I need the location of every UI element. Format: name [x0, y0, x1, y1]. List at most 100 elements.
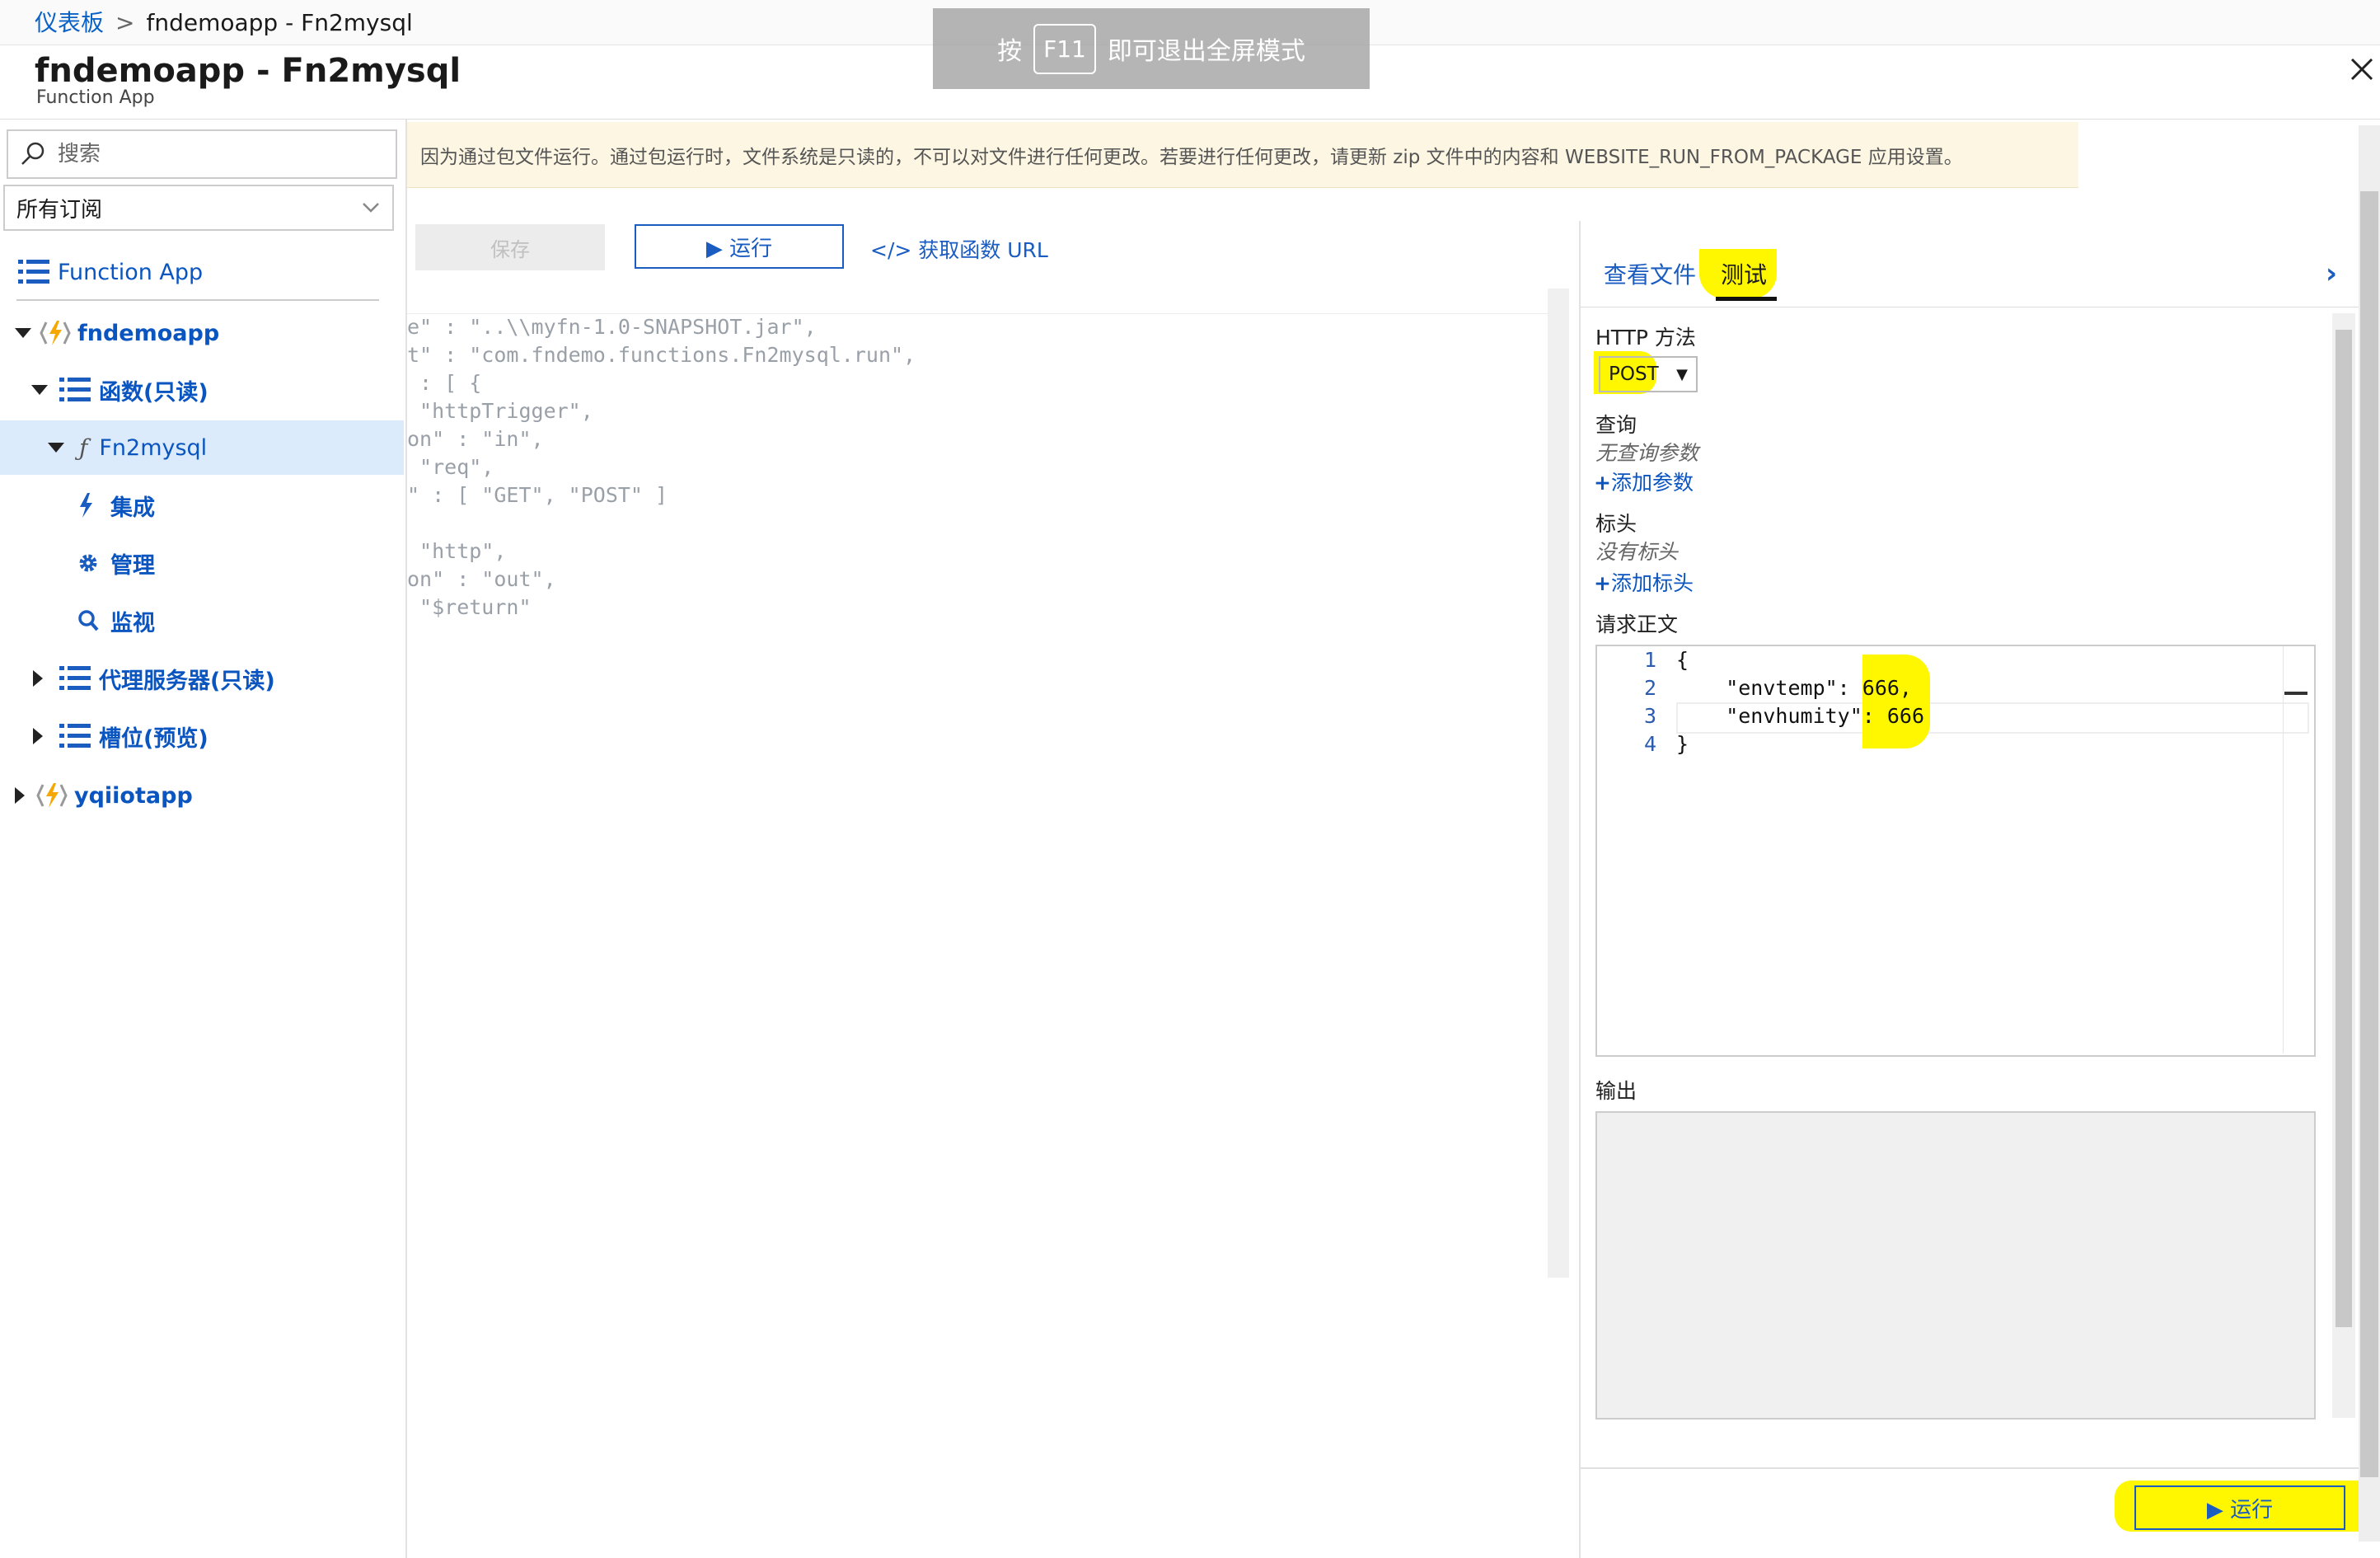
http-method-select[interactable]: POST ▼ — [1599, 356, 1698, 392]
page-title: fndemoapp - Fn2mysql — [35, 52, 461, 90]
code-line: t" : "com.fndemo.functions.Fn2mysql.run"… — [407, 343, 916, 367]
body-line: "envhumity": 666 — [1676, 704, 1925, 728]
search-icon — [21, 142, 45, 165]
plus-icon: + — [1594, 571, 1611, 595]
lightning-icon — [80, 493, 92, 518]
list-icon — [59, 378, 91, 401]
add-header-label: 添加标头 — [1610, 571, 1694, 595]
subscription-select[interactable]: 所有订阅 — [3, 185, 394, 231]
run-button[interactable]: ▶ 运行 — [635, 224, 844, 269]
readonly-warning-banner: 因为通过包文件运行。通过包运行时，文件系统是只读的，不可以对文件进行任何更改。若… — [407, 122, 2078, 188]
line-number: 2 — [1643, 676, 1656, 700]
sidebar-item-label: Fn2mysql — [99, 434, 208, 461]
run-test-button[interactable]: ▶ 运行 — [2134, 1485, 2345, 1530]
function-app-icon — [36, 783, 68, 808]
save-button[interactable]: 保存 — [415, 224, 605, 270]
search-icon — [78, 610, 99, 631]
add-param-link[interactable]: +添加参数 — [1594, 467, 1694, 496]
search-box[interactable] — [7, 129, 397, 179]
http-method-label: HTTP 方法 — [1595, 326, 1696, 350]
function-app-icon — [40, 321, 71, 345]
expand-arrow-icon[interactable] — [15, 787, 25, 804]
active-tab-underline — [1716, 297, 1777, 301]
expand-arrow-icon[interactable] — [31, 385, 48, 395]
list-icon — [18, 260, 49, 284]
breadcrumb-dashboard-link[interactable]: 仪表板 — [35, 9, 104, 36]
plus-icon: + — [1594, 471, 1611, 495]
code-line: on" : "out", — [407, 567, 556, 591]
collapse-panel-chevron-icon[interactable]: › — [2326, 257, 2337, 290]
query-label: 查询 — [1595, 413, 1637, 437]
sidebar-item-label: 管理 — [110, 552, 155, 579]
f11-key: F11 — [1033, 23, 1096, 74]
sidebar-item-label: fndemoapp — [77, 320, 220, 346]
tab-view-files[interactable]: 查看文件 — [1604, 257, 1696, 290]
sidebar-item-label: 集成 — [110, 495, 155, 521]
body-line: "envtemp": 666, — [1676, 676, 1912, 700]
close-icon[interactable] — [2345, 53, 2378, 86]
body-line: { — [1676, 648, 1689, 672]
output-label: 输出 — [1595, 1079, 1637, 1103]
editor-scrollbar[interactable] — [1548, 289, 1569, 1278]
breadcrumb-separator: > — [115, 9, 135, 36]
code-editor[interactable] — [407, 289, 1569, 1278]
fullscreen-exit-hint: 按 F11 即可退出全屏模式 — [933, 8, 1370, 89]
sidebar-item-fndemoapp[interactable]: fndemoapp — [15, 308, 219, 358]
add-param-label: 添加参数 — [1610, 471, 1694, 495]
scroll-marker — [2284, 692, 2307, 695]
line-number: 3 — [1643, 704, 1656, 728]
sidebar-item-label: 代理服务器(只读) — [99, 668, 275, 694]
hint-suffix: 即可退出全屏模式 — [1107, 37, 1305, 66]
code-line: : [ { — [407, 371, 482, 395]
panel-scrollbar-thumb[interactable] — [2335, 330, 2352, 1327]
footer-divider — [1581, 1467, 2359, 1469]
sidebar-item-monitor[interactable]: 监视 — [77, 596, 155, 645]
expand-arrow-icon[interactable] — [15, 328, 31, 338]
value-highlight — [1862, 655, 1930, 748]
search-input[interactable] — [56, 141, 381, 167]
expand-arrow-icon[interactable] — [33, 670, 43, 687]
breadcrumb-current: fndemoapp - Fn2mysql — [146, 9, 413, 36]
sidebar-item-function-app[interactable]: Function App — [16, 247, 203, 297]
body-editor-scrollbar[interactable] — [2283, 646, 2315, 1054]
sidebar-item-proxies[interactable]: 代理服务器(只读) — [33, 654, 275, 703]
get-function-url-link[interactable]: </> 获取函数 URL — [870, 234, 1048, 264]
sidebar-item-label: 槽位(预览) — [99, 725, 208, 752]
sidebar-item-label: 监视 — [110, 610, 155, 636]
hint-prefix: 按 — [997, 37, 1023, 66]
sidebar-item-yqiiotapp[interactable]: yqiiotapp — [15, 771, 193, 820]
headers-label: 标头 — [1595, 512, 1637, 536]
sidebar-item-integrate[interactable]: 集成 — [77, 481, 155, 530]
expand-arrow-icon[interactable] — [48, 443, 64, 453]
body-line: } — [1676, 732, 1689, 756]
sidebar-item-label: yqiiotapp — [74, 782, 193, 809]
sidebar-item-label: 函数(只读) — [99, 379, 208, 406]
code-line: "$return" — [407, 595, 532, 619]
code-line: "http", — [407, 539, 507, 563]
sidebar-item-manage[interactable]: 管理 — [77, 538, 155, 588]
subscription-value: 所有订阅 — [16, 197, 103, 223]
http-method-value: POST — [1609, 364, 1659, 385]
sidebar-item-fn2mysql[interactable]: ƒ Fn2mysql — [0, 420, 404, 475]
code-line: "httpTrigger", — [407, 399, 593, 423]
breadcrumb: 仪表板 > fndemoapp - Fn2mysql — [35, 7, 413, 40]
code-line: on" : "in", — [407, 427, 544, 451]
code-line: " : [ "GET", "POST" ] — [407, 483, 668, 507]
sidebar-item-slots[interactable]: 槽位(预览) — [33, 711, 208, 761]
code-line: e" : "..\\myfn-1.0-SNAPSHOT.jar", — [407, 315, 817, 339]
sidebar-item-label: Function App — [58, 259, 204, 285]
editor-divider — [407, 313, 1548, 314]
query-empty-text: 无查询参数 — [1595, 441, 1699, 465]
page-subtitle: Function App — [36, 87, 155, 108]
function-icon: ƒ — [79, 434, 88, 462]
page-scrollbar-thumb[interactable] — [2360, 191, 2378, 1477]
tab-test[interactable]: 测试 — [1721, 257, 1767, 290]
request-body-label: 请求正文 — [1595, 612, 1679, 636]
list-icon — [59, 724, 91, 748]
expand-arrow-icon[interactable] — [33, 728, 43, 744]
add-header-link[interactable]: +添加标头 — [1594, 567, 1694, 597]
chevron-down-icon — [363, 203, 379, 213]
dropdown-arrow-icon: ▼ — [1676, 365, 1688, 383]
sidebar-item-functions[interactable]: 函数(只读) — [31, 365, 208, 415]
list-icon — [59, 666, 91, 690]
